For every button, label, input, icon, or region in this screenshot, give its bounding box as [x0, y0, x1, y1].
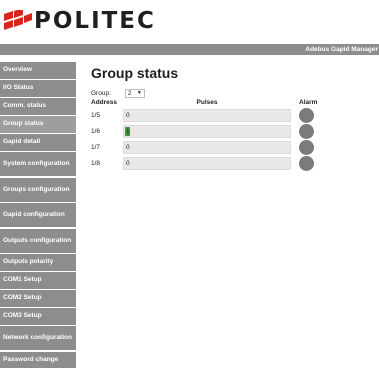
- alarm-cell: [291, 155, 331, 171]
- sidebar-item-outputs-polarity[interactable]: Outputs polarity: [0, 254, 76, 271]
- politec-logo-mark-icon: [4, 10, 32, 30]
- row-address: 1/7: [91, 143, 101, 151]
- sidebar-item-io-status[interactable]: I/O Status: [0, 80, 76, 97]
- sidebar-item-network-configuration[interactable]: Network configuration: [0, 326, 76, 350]
- sidebar-item-label: Overview: [3, 66, 32, 74]
- pulses-bar: 0: [123, 140, 291, 154]
- sidebar-item-label: COM1 Setup: [3, 276, 42, 284]
- top-bar: Adebus Gapid Manager: [0, 44, 379, 55]
- sidebar-item-label: Group status: [3, 120, 44, 128]
- main-content: Group status Group: 2 ▼ Address Pulses A…: [91, 64, 351, 171]
- alarm-lamp-icon: [299, 123, 314, 139]
- alarm-cell: [291, 123, 331, 139]
- product-label: Adebus Gapid Manager: [305, 46, 378, 53]
- row-address: 1/5: [91, 111, 101, 119]
- sidebar-item-gapid-detail[interactable]: Gapid detail: [0, 134, 76, 151]
- table-header: Address Pulses Alarm: [91, 98, 351, 107]
- sidebar: Overview I/O Status Comm. status Group s…: [0, 62, 76, 370]
- table-row: 1/5 0: [91, 107, 351, 123]
- group-select[interactable]: 2 ▼: [124, 88, 145, 98]
- alarm-cell: [291, 139, 331, 155]
- pulses-value: 0: [126, 143, 130, 151]
- page-title: Group status: [91, 65, 179, 81]
- sidebar-item-com1-setup[interactable]: COM1 Setup: [0, 272, 76, 289]
- sidebar-item-label: Comm. status: [3, 102, 46, 110]
- pulses-bar: 1: [123, 124, 291, 138]
- column-header-alarm: Alarm: [299, 99, 318, 106]
- chevron-down-icon: ▼: [136, 89, 142, 96]
- column-header-address: Address: [91, 99, 118, 106]
- sidebar-item-label: System configuration: [3, 160, 70, 167]
- sidebar-item-outputs-configuration[interactable]: Outputs configuration: [0, 228, 76, 253]
- row-address: 1/6: [91, 127, 101, 135]
- table-row: 1/7 0: [91, 139, 351, 155]
- politec-logo: POLITEC: [4, 6, 156, 36]
- sidebar-item-comm-status[interactable]: Comm. status: [0, 98, 76, 115]
- table-row: 1/8 0: [91, 155, 351, 171]
- row-address: 1/8: [91, 159, 101, 167]
- sidebar-item-system-configuration[interactable]: System configuration: [0, 152, 76, 176]
- group-label: Group:: [91, 89, 111, 97]
- sidebar-item-password-change[interactable]: Password change: [0, 351, 76, 368]
- sidebar-item-label: Network configuration: [3, 334, 72, 341]
- logo-wordmark: POLITEC: [34, 8, 156, 34]
- sidebar-item-groups-configuration[interactable]: Groups configuration: [0, 177, 76, 202]
- sidebar-item-group-status[interactable]: Group status: [0, 116, 76, 133]
- sidebar-item-label: COM3 Setup: [3, 312, 42, 320]
- sidebar-item-label: I/O Status: [3, 84, 34, 92]
- alarm-lamp-icon: [299, 155, 314, 171]
- pulses-bar: 0: [123, 156, 291, 170]
- alarm-lamp-icon: [299, 107, 314, 123]
- group-selector-row: Group: 2 ▼: [91, 88, 351, 98]
- sidebar-item-label: Gapid detail: [3, 138, 41, 146]
- sidebar-item-label: Groups configuration: [3, 185, 70, 193]
- pulses-value: 0: [126, 159, 130, 167]
- pulses-value: 1: [126, 127, 130, 135]
- alarm-cell: [291, 107, 331, 123]
- sidebar-item-com2-setup[interactable]: COM2 Setup: [0, 290, 76, 307]
- sidebar-item-com3-setup[interactable]: COM3 Setup: [0, 308, 76, 325]
- sidebar-item-label: Outputs polarity: [3, 258, 54, 266]
- sidebar-item-gapid-configuration[interactable]: Gapid configuration: [0, 203, 76, 227]
- sidebar-item-overview[interactable]: Overview: [0, 62, 76, 79]
- sidebar-item-label: Gapid configuration: [3, 211, 65, 218]
- sidebar-item-label: Password change: [3, 355, 59, 363]
- sidebar-item-label: Outputs configuration: [3, 236, 72, 244]
- pulses-value: 0: [126, 111, 130, 119]
- column-header-pulses: Pulses: [196, 99, 218, 106]
- alarm-lamp-icon: [299, 139, 314, 155]
- pulses-bar: 0: [123, 108, 291, 122]
- table-row: 1/6 1: [91, 123, 351, 139]
- group-select-value: 2: [127, 89, 132, 97]
- sidebar-item-label: COM2 Setup: [3, 294, 42, 302]
